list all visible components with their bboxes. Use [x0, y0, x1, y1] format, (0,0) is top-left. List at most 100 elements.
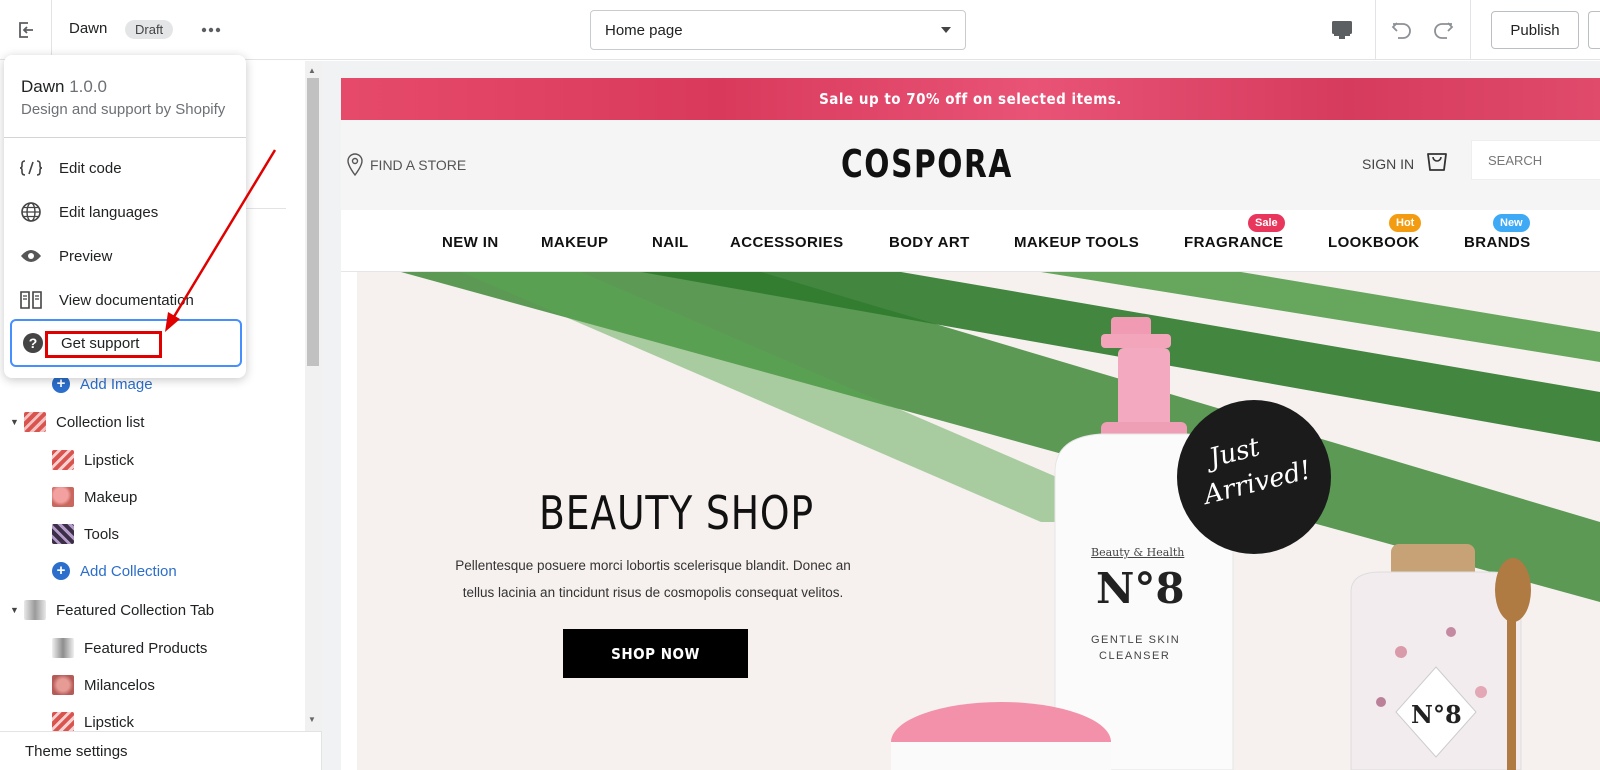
scroll-down-arrow-icon[interactable]: ▼: [308, 715, 316, 724]
redo-button[interactable]: [1427, 14, 1459, 46]
store-main-nav: NEW IN MAKEUP NAIL ACCESSORIES BODY ART …: [341, 210, 1600, 272]
makeup-thumbnail: [52, 487, 74, 507]
collection-list-thumbnail: [24, 412, 46, 432]
featured-products-thumbnail: [52, 638, 74, 658]
popover-divider: [4, 137, 246, 138]
block-milancelos[interactable]: Milancelos: [52, 670, 155, 700]
tools-thumbnail: [52, 524, 74, 544]
bottle-label-line2: CLEANSER: [1099, 650, 1171, 662]
section-featured-collection-tab[interactable]: ▼ Featured Collection Tab: [0, 595, 214, 625]
svg-text:?: ?: [29, 335, 38, 351]
editor-topbar: Dawn Draft Home page Publish: [0, 0, 1600, 60]
book-icon: [18, 289, 44, 311]
block-label: Milancelos: [84, 676, 155, 694]
nav-item-lookbook[interactable]: LOOKBOOK: [1328, 234, 1420, 251]
divider: [1375, 0, 1376, 60]
popover-title: Dawn 1.0.0: [21, 77, 107, 97]
nav-item-makeup-tools[interactable]: MAKEUP TOOLS: [1014, 234, 1139, 251]
sign-in-link[interactable]: SIGN IN: [1362, 156, 1414, 172]
undo-button[interactable]: [1386, 14, 1418, 46]
nav-item-makeup[interactable]: MAKEUP: [541, 234, 608, 251]
block-label: Lipstick: [84, 713, 135, 731]
ellipsis-icon: [201, 27, 221, 33]
nav-item-nail[interactable]: NAIL: [652, 234, 689, 251]
bottle-number-text: N°8: [1096, 564, 1185, 613]
secondary-action-button[interactable]: [1588, 11, 1600, 49]
hero-description: Pellentesque posuere morci lobortis scel…: [433, 552, 873, 606]
hero-product-image: [401, 272, 1600, 770]
add-collection-label: Add Collection: [80, 562, 177, 580]
exit-button[interactable]: [0, 0, 52, 60]
menu-item-label: View documentation: [59, 291, 194, 309]
theme-settings-button[interactable]: Theme settings: [0, 731, 322, 770]
annotation-highlight-box: [45, 331, 162, 358]
announcement-text: Sale up to 70% off on selected items.: [819, 90, 1122, 108]
block-label: Featured Products: [84, 639, 208, 657]
undo-icon: [1391, 22, 1411, 39]
redo-icon: [1434, 22, 1454, 39]
add-image-label: Add Image: [80, 375, 153, 393]
announcement-bar: Sale up to 70% off on selected items.: [341, 78, 1600, 120]
theme-actions-popover: Dawn 1.0.0 Design and support by Shopify…: [4, 55, 246, 378]
caret-down-icon: ▼: [10, 605, 19, 615]
block-featured-products[interactable]: Featured Products: [52, 633, 207, 663]
desktop-icon: [1332, 21, 1352, 39]
scroll-up-arrow-icon[interactable]: ▲: [308, 66, 316, 75]
section-collection-list[interactable]: ▼ Collection list: [0, 407, 144, 437]
store-preview-page: Sale up to 70% off on selected items. FI…: [341, 78, 1600, 770]
cart-icon[interactable]: [1426, 148, 1448, 177]
block-label: Makeup: [84, 488, 138, 506]
store-header: FIND A STORE COSPORA SIGN IN SEARCH: [341, 120, 1600, 210]
store-search-input[interactable]: SEARCH: [1471, 140, 1600, 180]
menu-item-label: Edit languages: [59, 203, 159, 221]
find-store-link[interactable]: FIND A STORE: [346, 153, 466, 177]
exit-icon: [18, 22, 33, 38]
menu-item-label: Edit code: [59, 159, 122, 177]
more-actions-button[interactable]: [198, 17, 224, 43]
nav-item-fragrance[interactable]: FRAGRANCE: [1184, 234, 1283, 251]
hero-title: BEAUTY SHOP: [539, 486, 814, 540]
menu-item-preview[interactable]: Preview: [18, 237, 238, 275]
find-store-label: FIND A STORE: [370, 157, 467, 173]
plus-circle-icon: +: [52, 562, 70, 580]
menu-item-edit-code[interactable]: Edit code: [18, 149, 238, 187]
question-icon: ?: [20, 332, 46, 354]
status-badge: Draft: [125, 20, 174, 39]
section-label: Featured Collection Tab: [56, 601, 215, 619]
page-selector[interactable]: Home page: [590, 10, 966, 50]
sale-badge: Sale: [1248, 214, 1285, 232]
menu-item-view-documentation[interactable]: View documentation: [18, 281, 238, 319]
nav-item-body-art[interactable]: BODY ART: [889, 234, 970, 251]
menu-item-label: Preview: [59, 247, 113, 265]
jar-number-text: N°8: [1411, 700, 1462, 729]
caret-down-icon: ▼: [10, 417, 19, 427]
divider: [1470, 0, 1471, 60]
globe-icon: [18, 201, 44, 223]
nav-item-accessories[interactable]: ACCESSORIES: [730, 234, 844, 251]
eye-icon: [18, 245, 44, 267]
bottle-brand-text: Beauty & Health: [1091, 546, 1185, 559]
caret-down-icon: [941, 27, 951, 33]
menu-item-edit-languages[interactable]: Edit languages: [18, 193, 238, 231]
shop-now-button[interactable]: SHOP NOW: [563, 629, 748, 678]
desktop-view-button[interactable]: [1322, 10, 1362, 50]
nav-item-new-in[interactable]: NEW IN: [442, 234, 499, 251]
block-makeup[interactable]: Makeup: [52, 482, 137, 512]
code-icon: [18, 157, 44, 179]
sidebar-scrollbar-thumb[interactable]: [307, 78, 319, 366]
theme-name: Dawn: [69, 20, 108, 37]
milancelos-thumbnail: [52, 675, 74, 695]
publish-button[interactable]: Publish: [1491, 11, 1579, 49]
lipstick-thumbnail: [52, 712, 74, 732]
nav-item-brands[interactable]: BRANDS: [1464, 234, 1531, 251]
hero-description-line1: Pellentesque posuere morci lobortis scel…: [455, 558, 851, 573]
location-pin-icon: [347, 153, 363, 177]
block-tools[interactable]: Tools: [52, 519, 119, 549]
block-label: Tools: [84, 525, 120, 543]
add-collection-button[interactable]: + Add Collection: [52, 556, 177, 586]
store-logo[interactable]: COSPORA: [841, 142, 1013, 186]
new-badge: New: [1493, 214, 1530, 232]
hot-badge: Hot: [1389, 214, 1422, 232]
theme-settings-label: Theme settings: [25, 742, 128, 760]
block-lipstick[interactable]: Lipstick: [52, 445, 134, 475]
